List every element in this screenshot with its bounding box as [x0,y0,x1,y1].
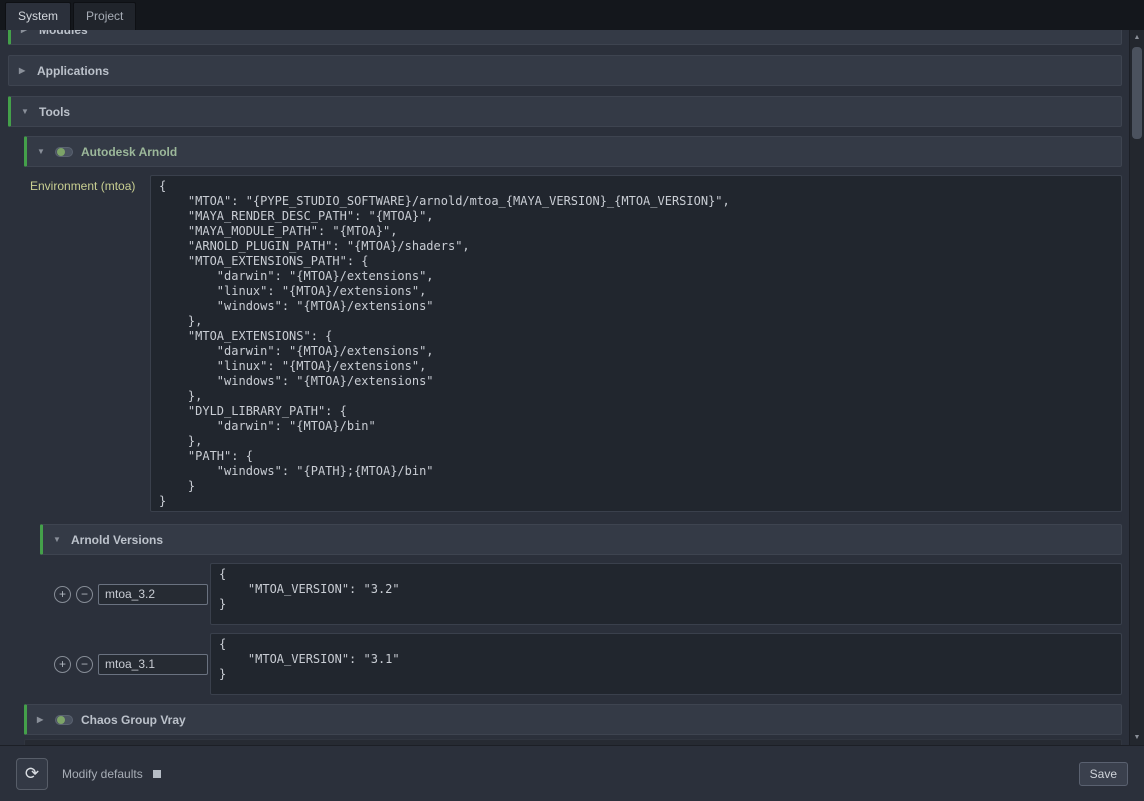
environment-editor[interactable]: { "MTOA": "{PYPE_STUDIO_SOFTWARE}/arnold… [150,175,1122,512]
enabled-toggle-icon[interactable] [55,715,73,725]
version-json-editor[interactable]: { "MTOA_VERSION": "3.2" } [210,563,1122,625]
remove-version-button[interactable]: − [76,656,93,673]
group-header-autodesk-arnold[interactable]: ▼ Autodesk Arnold [24,136,1122,167]
tab-bar: System Project [0,0,1144,30]
environment-label: Environment (mtoa) [24,175,150,193]
chevron-down-icon: ▼ [53,535,63,544]
scroll-down-arrow-icon[interactable]: ▼ [1130,730,1144,745]
settings-body: ▶ Modules ▶ Applications ▼ Tools ▼ Autod… [0,30,1144,745]
group-header-arnold-versions[interactable]: ▼ Arnold Versions [40,524,1122,555]
group-label: Autodesk Arnold [81,145,177,159]
tools-section-content: ▼ Autodesk Arnold Environment (mtoa) { "… [24,136,1122,745]
group-label: Arnold Versions [71,533,163,547]
scroll-up-arrow-icon[interactable]: ▲ [1130,30,1144,45]
version-name-input[interactable] [98,654,208,675]
scrollbar-thumb[interactable] [1132,47,1142,139]
tab-project[interactable]: Project [73,2,136,30]
chevron-right-icon: ▶ [37,715,47,724]
settings-scroll-area: ▶ Modules ▶ Applications ▼ Tools ▼ Autod… [0,30,1129,745]
tab-system[interactable]: System [5,2,71,30]
version-row: + − { "MTOA_VERSION": "3.2" } [54,563,1122,625]
version-name-input[interactable] [98,584,208,605]
chevron-down-icon: ▼ [37,147,47,156]
clipped-section-header [24,739,1122,745]
footer-bar: ⟳ Modify defaults Save [0,745,1144,801]
enabled-toggle-icon[interactable] [55,147,73,157]
version-row-controls: + − [54,563,210,625]
version-row-controls: + − [54,633,210,695]
version-json-editor[interactable]: { "MTOA_VERSION": "3.1" } [210,633,1122,695]
group-label: Chaos Group Vray [81,713,186,727]
add-version-button[interactable]: + [54,586,71,603]
section-label: Modules [39,30,88,37]
refresh-button[interactable]: ⟳ [16,758,48,790]
section-header-tools[interactable]: ▼ Tools [8,96,1122,127]
section-label: Tools [39,105,70,119]
modify-defaults-label: Modify defaults [62,767,143,781]
section-header-modules[interactable]: ▶ Modules [8,30,1122,45]
save-button[interactable]: Save [1079,762,1128,786]
chevron-right-icon: ▶ [21,30,31,34]
environment-field-row: Environment (mtoa) { "MTOA": "{PYPE_STUD… [24,175,1122,512]
chevron-right-icon: ▶ [19,66,29,75]
remove-version-button[interactable]: − [76,586,93,603]
version-row: + − { "MTOA_VERSION": "3.1" } [54,633,1122,695]
section-header-applications[interactable]: ▶ Applications [8,55,1122,86]
refresh-icon: ⟳ [25,764,39,783]
modify-defaults-checkbox[interactable] [153,770,161,778]
group-header-chaos-group-vray[interactable]: ▶ Chaos Group Vray [24,704,1122,735]
add-version-button[interactable]: + [54,656,71,673]
settings-window: System Project ▶ Modules ▶ Applications … [0,0,1144,801]
scrollbar-track[interactable] [1130,45,1144,730]
vertical-scrollbar[interactable]: ▲ ▼ [1129,30,1144,745]
chevron-down-icon: ▼ [21,107,31,116]
section-label: Applications [37,64,109,78]
